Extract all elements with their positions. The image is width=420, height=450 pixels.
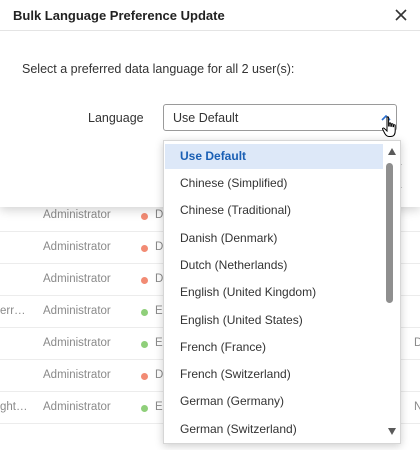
option-label: Dutch (Netherlands) bbox=[180, 258, 288, 272]
dialog-instruction: Select a preferred data language for all… bbox=[22, 62, 295, 76]
option-label: French (Switzerland) bbox=[180, 367, 291, 381]
language-label: Language bbox=[88, 111, 144, 125]
user-name-cell: ght… bbox=[0, 401, 28, 413]
role-cell: Administrator bbox=[43, 369, 111, 381]
status-dot-icon bbox=[141, 405, 148, 412]
status-dot-icon bbox=[141, 245, 148, 252]
language-option[interactable]: French (France) bbox=[165, 335, 383, 360]
triangle-up-icon[interactable] bbox=[388, 148, 396, 155]
language-option[interactable]: English (United States) bbox=[165, 308, 383, 333]
option-label: Chinese (Simplified) bbox=[180, 176, 288, 190]
dialog-divider bbox=[0, 30, 420, 31]
scrollbar-thumb[interactable] bbox=[386, 163, 393, 303]
option-label: English (United States) bbox=[180, 313, 303, 327]
option-label: Chinese (Traditional) bbox=[180, 203, 291, 217]
status-cell: E bbox=[155, 401, 163, 413]
triangle-down-icon[interactable] bbox=[388, 428, 396, 435]
language-option[interactable]: Use Default bbox=[165, 144, 383, 169]
option-label: Danish (Denmark) bbox=[180, 231, 278, 245]
status-cell: E bbox=[155, 337, 163, 349]
role-cell: Administrator bbox=[43, 241, 111, 253]
dialog-title: Bulk Language Preference Update bbox=[13, 8, 225, 23]
dropdown-scrollbar[interactable] bbox=[385, 143, 399, 441]
language-dropdown-list[interactable]: Use Default Chinese (Simplified) Chinese… bbox=[163, 140, 401, 444]
close-icon bbox=[395, 9, 407, 21]
user-name-cell: err… bbox=[0, 305, 26, 317]
extra-cell: D bbox=[414, 337, 420, 349]
language-select-value: Use Default bbox=[173, 111, 239, 125]
language-option[interactable]: Chinese (Simplified) bbox=[165, 171, 383, 196]
language-option[interactable]: Danish (Denmark) bbox=[165, 226, 383, 251]
language-select[interactable]: Use Default bbox=[163, 104, 397, 131]
language-option[interactable]: French (Switzerland) bbox=[165, 362, 383, 387]
role-cell: Administrator bbox=[43, 273, 111, 285]
extra-cell: N bbox=[414, 401, 420, 413]
language-option[interactable]: German (Switzerland) bbox=[165, 417, 383, 442]
option-label: German (Germany) bbox=[180, 394, 285, 408]
status-dot-icon bbox=[141, 277, 148, 284]
status-dot-icon bbox=[141, 309, 148, 316]
language-option[interactable]: German (Germany) bbox=[165, 389, 383, 414]
hand-pointer-icon bbox=[382, 116, 396, 137]
status-dot-icon bbox=[141, 373, 148, 380]
role-cell: Administrator bbox=[43, 209, 111, 221]
option-label: Use Default bbox=[180, 149, 247, 163]
option-label: German (Switzerland) bbox=[180, 422, 297, 436]
status-dot-icon bbox=[141, 213, 148, 220]
status-dot-icon bbox=[141, 341, 148, 348]
close-button[interactable] bbox=[392, 6, 410, 24]
role-cell: Administrator bbox=[43, 401, 111, 413]
role-cell: Administrator bbox=[43, 337, 111, 349]
language-option[interactable]: Chinese (Traditional) bbox=[165, 198, 383, 223]
option-label: French (France) bbox=[180, 340, 267, 354]
option-label: English (United Kingdom) bbox=[180, 285, 317, 299]
status-cell: E bbox=[155, 305, 163, 317]
language-option[interactable]: Dutch (Netherlands) bbox=[165, 253, 383, 278]
role-cell: Administrator bbox=[43, 305, 111, 317]
language-option[interactable]: English (United Kingdom) bbox=[165, 280, 383, 305]
